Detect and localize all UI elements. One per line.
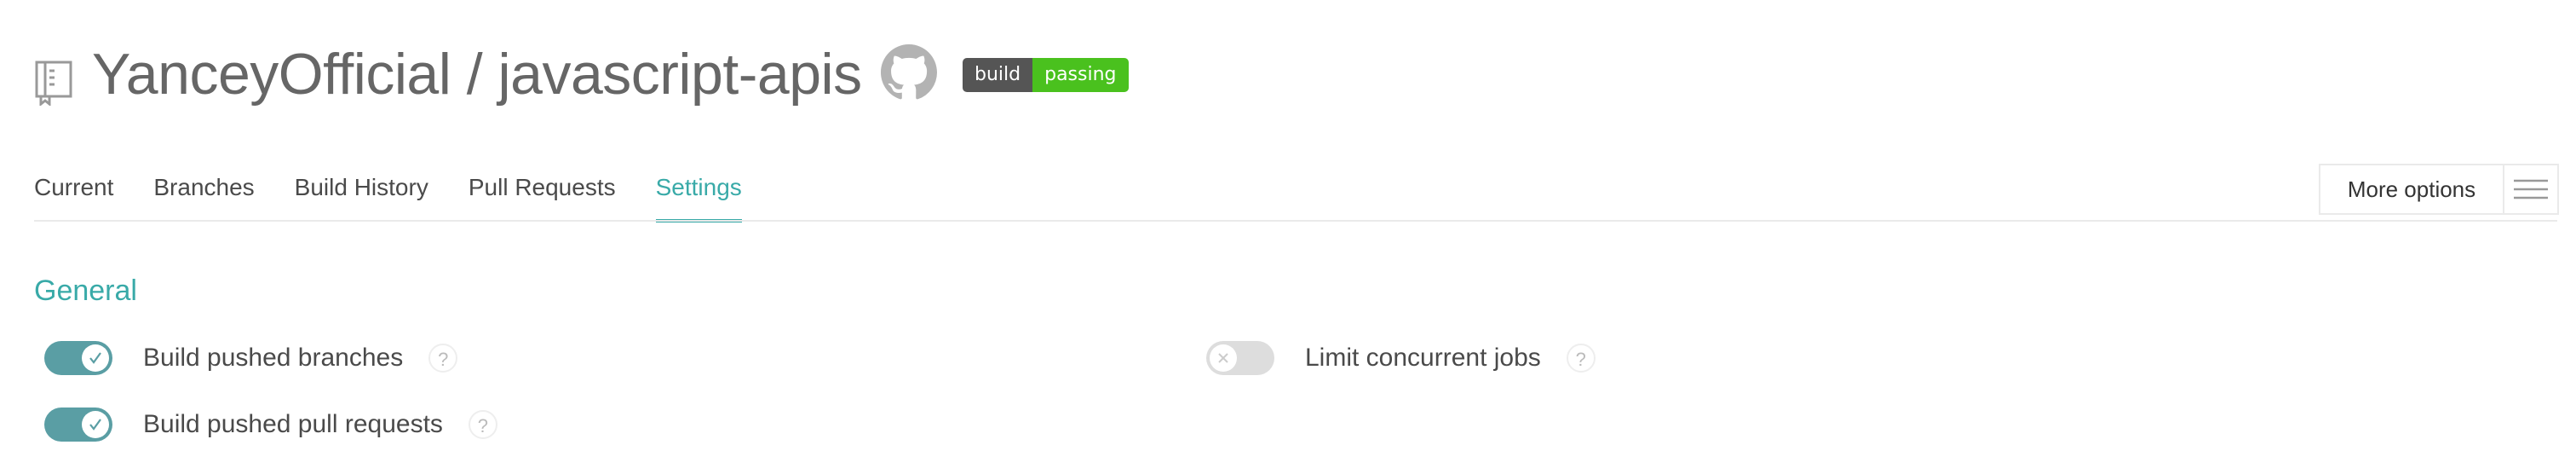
more-options-button[interactable]: More options: [2319, 164, 2559, 215]
hamburger-menu-icon[interactable]: [2504, 165, 2557, 213]
tab-settings[interactable]: Settings: [655, 153, 742, 223]
help-icon[interactable]: ?: [468, 410, 497, 439]
repo-icon: [35, 61, 72, 106]
build-status-badge[interactable]: build passing: [963, 58, 1129, 92]
setting-build-pushed-branches: Build pushed branches ?: [44, 338, 458, 379]
tab-current[interactable]: Current: [34, 153, 113, 222]
help-icon[interactable]: ?: [428, 344, 458, 373]
x-icon: [1210, 344, 1237, 372]
badge-label: build: [963, 58, 1033, 92]
toggle-build-pushed-pull-requests[interactable]: [44, 408, 112, 442]
toggle-limit-concurrent-jobs[interactable]: [1206, 341, 1274, 375]
repo-title[interactable]: YanceyOfficial / javascript-apis: [92, 36, 862, 113]
tab-build-history[interactable]: Build History: [295, 153, 428, 222]
tab-pull-requests[interactable]: Pull Requests: [469, 153, 616, 222]
github-icon[interactable]: [881, 44, 937, 101]
repo-tabs: Current Branches Build History Pull Requ…: [34, 153, 782, 223]
check-icon: [82, 411, 109, 438]
check-icon: [82, 344, 109, 372]
setting-limit-concurrent-jobs: Limit concurrent jobs ?: [1206, 338, 1596, 379]
setting-label: Limit concurrent jobs: [1305, 344, 1541, 372]
setting-build-pushed-pull-requests: Build pushed pull requests ?: [44, 404, 497, 445]
tabs-divider: [34, 220, 2557, 222]
help-icon[interactable]: ?: [1566, 344, 1596, 373]
more-options-label: More options: [2320, 165, 2504, 213]
setting-label: Build pushed branches: [143, 344, 404, 372]
toggle-build-pushed-branches[interactable]: [44, 341, 112, 375]
tab-branches[interactable]: Branches: [153, 153, 254, 222]
setting-label: Build pushed pull requests: [143, 410, 443, 438]
section-title-general: General: [34, 275, 137, 307]
badge-status: passing: [1032, 58, 1129, 92]
